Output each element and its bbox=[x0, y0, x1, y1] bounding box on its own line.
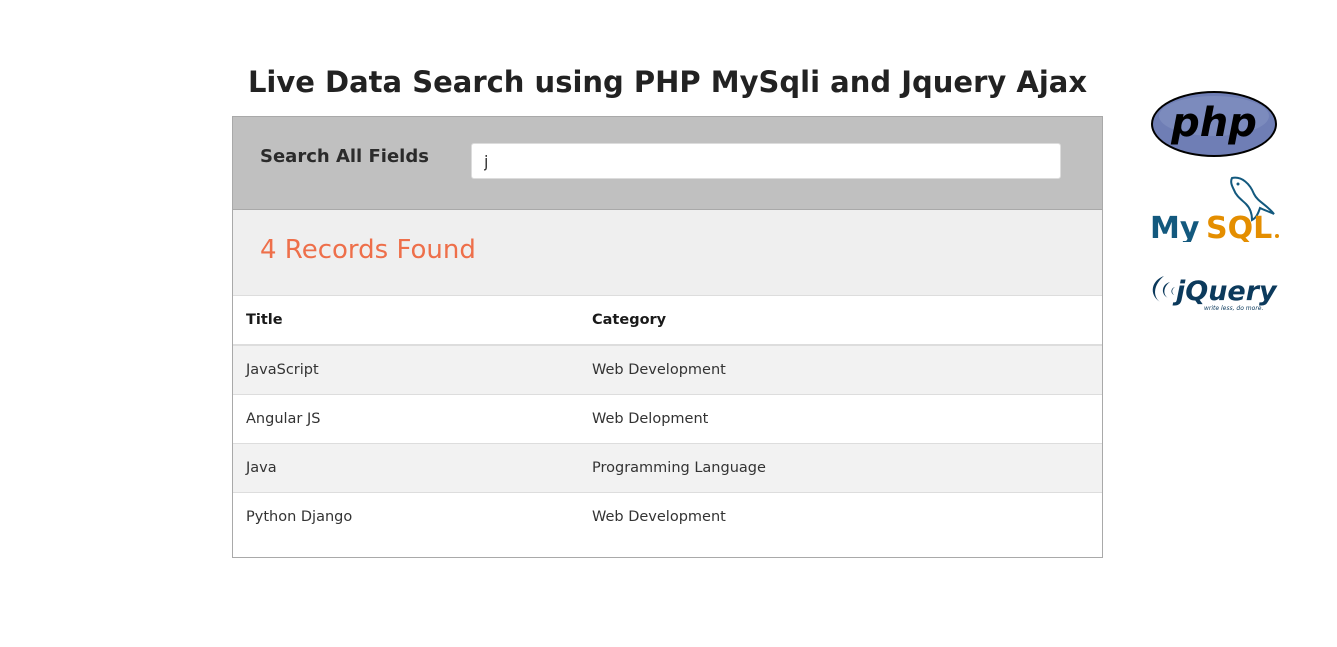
mysql-logo: My SQL bbox=[1150, 176, 1279, 242]
results-table: Title Category JavaScript Web Developmen… bbox=[233, 296, 1102, 541]
table-row: Python Django Web Development bbox=[233, 492, 1102, 541]
table-row: Java Programming Language bbox=[233, 443, 1102, 493]
row-title-cell: Java bbox=[233, 443, 579, 493]
row-title-cell: Python Django bbox=[233, 492, 579, 541]
search-bar: Search All Fields bbox=[233, 117, 1102, 210]
table-row: JavaScript Web Development bbox=[233, 344, 1102, 395]
table-row: Angular JS Web Delopment bbox=[233, 394, 1102, 444]
mysql-logo-my: My bbox=[1150, 211, 1200, 242]
search-input[interactable] bbox=[471, 143, 1061, 179]
row-category-cell: Web Delopment bbox=[579, 394, 1102, 444]
table-header-row: Title Category bbox=[233, 296, 1102, 346]
search-panel: Search All Fields 4 Records Found Title … bbox=[232, 116, 1103, 558]
jquery-logo-tagline: write less, do more. bbox=[1204, 305, 1263, 312]
row-title-cell: JavaScript bbox=[233, 344, 579, 395]
jquery-logo: jQuery write less, do more. bbox=[1152, 276, 1278, 312]
row-category-cell: Programming Language bbox=[579, 443, 1102, 493]
column-header-category: Category bbox=[579, 296, 1102, 346]
php-logo: php bbox=[1151, 91, 1277, 157]
search-label: Search All Fields bbox=[260, 146, 429, 167]
page-title: Live Data Search using PHP MySqli and Jq… bbox=[247, 65, 1088, 99]
column-header-title: Title bbox=[233, 296, 579, 346]
records-found-count: 4 Records Found bbox=[260, 235, 476, 265]
results-header: 4 Records Found bbox=[233, 210, 1102, 296]
jquery-logo-text: jQuery bbox=[1172, 276, 1278, 307]
row-category-cell: Web Development bbox=[579, 492, 1102, 541]
row-title-cell: Angular JS bbox=[233, 394, 579, 444]
mysql-logo-sql: SQL bbox=[1206, 211, 1272, 242]
php-logo-text: php bbox=[1170, 100, 1257, 146]
row-category-cell: Web Development bbox=[579, 344, 1102, 395]
